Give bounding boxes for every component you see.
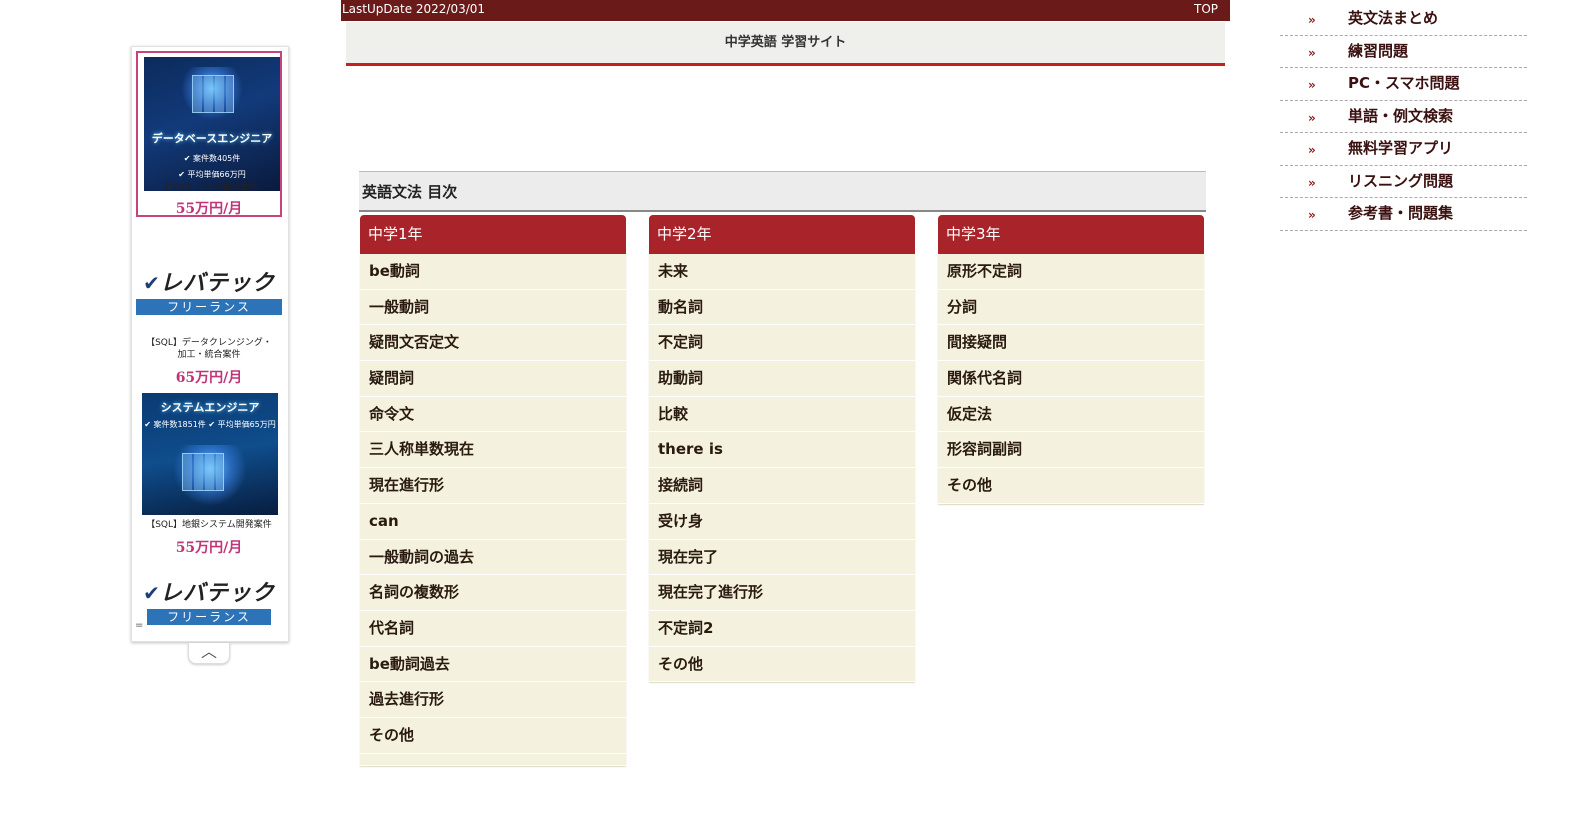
logo-brand: レバテック — [159, 271, 275, 296]
nav-label: 参考書・問題集 — [1348, 204, 1454, 222]
ad-image-system[interactable]: システムエンジニア ✔ 案件数1851件 ✔ 平均単価65万円 — [142, 393, 278, 515]
ad-headline: データベースエンジニア — [151, 132, 273, 145]
toc-link[interactable]: 名詞の複数形 — [360, 575, 626, 611]
double-chevron-icon: » — [1308, 13, 1316, 27]
menu-icon[interactable]: = — [135, 620, 143, 631]
nav-label: 単語・例文検索 — [1348, 106, 1454, 125]
levtech-logo[interactable]: ✔レバテック フリーランス — [136, 575, 282, 625]
nav-item-free-app[interactable]: » 無料学習アプリ — [1280, 133, 1527, 166]
nav-label: 練習問題 — [1348, 41, 1409, 60]
toc-link[interactable]: 現在完了進行形 — [649, 575, 915, 611]
double-chevron-icon: » — [1308, 143, 1316, 157]
logo-sub: フリーランス — [147, 609, 271, 625]
ad-price[interactable]: 55万円/月 — [138, 198, 280, 218]
toc-link[interactable]: 動名詞 — [649, 289, 915, 326]
toc-link[interactable]: 仮定法 — [938, 396, 1204, 433]
database-cubes-graphic — [182, 67, 242, 121]
checkmark-icon: ✔ — [143, 581, 160, 605]
toc-column-grade3: 中学3年 原形不定詞 分詞 間接疑問 関係代名詞 仮定法 形容詞副詞 その他 — [938, 215, 1204, 504]
toc-link[interactable]: その他 — [360, 717, 626, 754]
toc-link[interactable]: 疑問詞 — [360, 361, 626, 397]
toc-link[interactable]: 一般動詞の過去 — [360, 539, 626, 576]
toc-link[interactable]: その他 — [938, 468, 1204, 504]
double-chevron-icon: » — [1308, 78, 1316, 92]
right-nav: » 英文法まとめ » 練習問題 » PC・スマホ問題 » 単語・例文検索 » 無… — [1280, 3, 1527, 231]
double-chevron-icon: » — [1308, 45, 1316, 60]
ad-stat: ✔ 平均単価66万円 — [178, 170, 246, 179]
ad-panel: データベースエンジニア ✔ 案件数405件 ✔ 平均単価66万円 【SQL】デー… — [131, 46, 289, 642]
nav-item-practice[interactable]: » 練習問題 — [1280, 36, 1527, 68]
ad-stat: ✔ 案件数1851件 ✔ 平均単価65万円 — [144, 420, 276, 429]
ad-card-system-engineer[interactable]: システムエンジニア ✔ 案件数1851件 ✔ 平均単価65万円 【SQL】地銀シ… — [136, 393, 282, 559]
ad-card-database-engineer[interactable]: データベースエンジニア ✔ 案件数405件 ✔ 平均単価66万円 【SQL】デー… — [136, 51, 282, 217]
column-heading: 中学1年 — [360, 215, 626, 254]
toc-link[interactable]: 接続詞 — [649, 468, 915, 504]
site-title[interactable]: 中学英語 学習サイト — [346, 22, 1225, 66]
ad-caption[interactable]: 【SQL】データ抽出案件 — [138, 180, 280, 193]
checkmark-icon: ✔ — [143, 271, 160, 295]
toc-link[interactable]: 三人称単数現在 — [360, 432, 626, 469]
logo-brand: レバテック — [159, 581, 275, 606]
nav-label: PC・スマホ問題 — [1348, 74, 1460, 92]
toc-link[interactable]: 一般動詞 — [360, 289, 626, 326]
nav-label: 英文法まとめ — [1348, 9, 1439, 27]
toc-link[interactable]: can — [360, 503, 626, 540]
toc-link[interactable]: 過去進行形 — [360, 682, 626, 718]
nav-item-listening[interactable]: » リスニング問題 — [1280, 166, 1527, 198]
ad-stat: ✔ 案件数405件 — [183, 154, 241, 163]
nav-item-word-search[interactable]: » 単語・例文検索 — [1280, 101, 1527, 133]
toc-link[interactable]: 代名詞 — [360, 610, 626, 647]
toc-link[interactable]: 未来 — [649, 254, 915, 290]
toc-link[interactable]: 分詞 — [938, 289, 1204, 326]
toc-link[interactable]: 疑問文否定文 — [360, 325, 626, 362]
double-chevron-icon: » — [1308, 110, 1316, 125]
toc-link[interactable]: 形容詞副詞 — [938, 432, 1204, 469]
toc-column-grade1: 中学1年 be動詞 一般動詞 疑問文否定文 疑問詞 命令文 三人称単数現在 現在… — [360, 215, 626, 766]
chevron-up-icon[interactable]: ︿ — [188, 643, 230, 664]
toc-link[interactable]: その他 — [649, 646, 915, 683]
toc-link[interactable]: 不定詞 — [649, 325, 915, 362]
ad-price: 65万円/月 — [175, 370, 243, 386]
toc-link[interactable]: 間接疑問 — [938, 325, 1204, 362]
double-chevron-icon: » — [1308, 208, 1316, 222]
toc-link[interactable]: be動詞 — [360, 254, 626, 290]
ad-price: 55万円/月 — [175, 540, 243, 556]
nav-item-reference-books[interactable]: » 参考書・問題集 — [1280, 198, 1527, 231]
ad-card-data-cleansing[interactable]: 【SQL】データクレンジング・ 加工・統合案件 65万円/月 — [136, 333, 282, 391]
column-heading: 中学2年 — [649, 215, 915, 254]
ad-image-database[interactable]: データベースエンジニア ✔ 案件数405件 ✔ 平均単価66万円 — [144, 57, 280, 191]
ad-headline: システムエンジニア — [160, 401, 260, 414]
double-chevron-icon: » — [1308, 175, 1316, 190]
ad-caption: 加工・統合案件 — [177, 350, 241, 360]
laptop-graphic — [172, 445, 248, 505]
toc-filler — [360, 753, 626, 766]
levtech-logo[interactable]: ✔レバテック フリーランス — [136, 265, 282, 315]
nav-item-grammar-summary[interactable]: » 英文法まとめ — [1280, 3, 1527, 36]
nav-label: リスニング問題 — [1348, 171, 1454, 190]
toc-link[interactable]: be動詞過去 — [360, 646, 626, 683]
toc-link[interactable]: 命令文 — [360, 396, 626, 433]
logo-sub: フリーランス — [136, 299, 282, 315]
toc-link[interactable]: 助動詞 — [649, 361, 915, 397]
toc-link[interactable]: there is — [649, 432, 915, 469]
last-update-date: LastUpDate 2022/03/01 — [342, 2, 486, 16]
toc-title: 英語文法 目次 — [359, 171, 1206, 212]
nav-item-pc-smartphone[interactable]: » PC・スマホ問題 — [1280, 68, 1527, 101]
top-bar: LastUpDate 2022/03/01 TOP — [341, 0, 1230, 21]
toc-link[interactable]: 受け身 — [649, 503, 915, 540]
toc-link[interactable]: 現在進行形 — [360, 468, 626, 504]
ad-caption: 【SQL】地銀システム開発案件 — [146, 520, 272, 530]
toc-column-grade2: 中学2年 未来 動名詞 不定詞 助動詞 比較 there is 接続詞 受け身 … — [649, 215, 915, 683]
toc-link[interactable]: 比較 — [649, 396, 915, 433]
column-heading: 中学3年 — [938, 215, 1204, 254]
toc-link[interactable]: 現在完了 — [649, 539, 915, 576]
toc-link[interactable]: 関係代名詞 — [938, 361, 1204, 397]
toc-link[interactable]: 原形不定詞 — [938, 254, 1204, 290]
nav-label: 無料学習アプリ — [1348, 139, 1454, 157]
top-link[interactable]: TOP — [1194, 0, 1218, 18]
toc-link[interactable]: 不定詞2 — [649, 610, 915, 647]
